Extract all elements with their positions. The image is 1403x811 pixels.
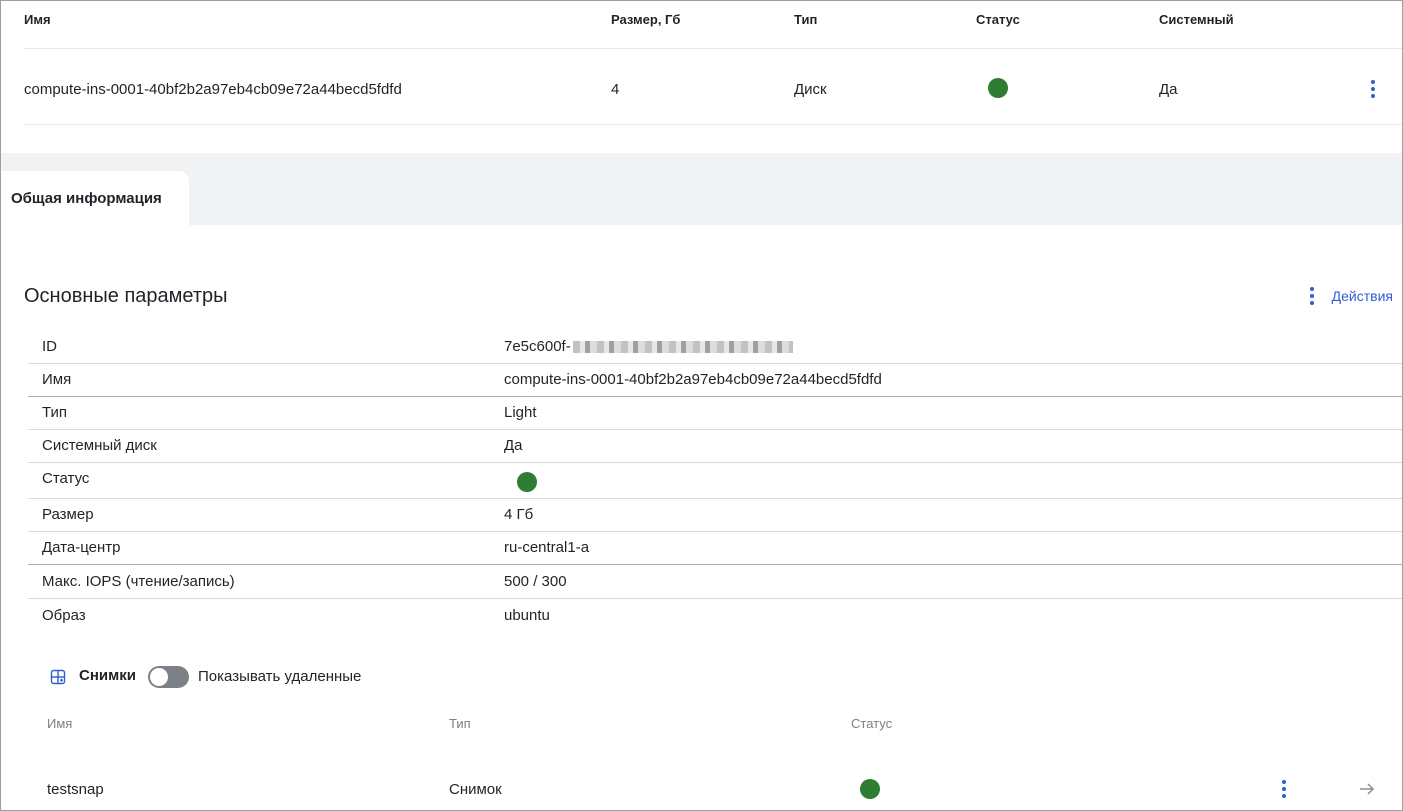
actions-button[interactable]: Действия <box>1304 285 1393 307</box>
column-header-type: Тип <box>794 12 818 27</box>
param-value: compute-ins-0001-40bf2b2a97eb4cb09e72a44… <box>504 371 882 388</box>
column-header-status: Статус <box>976 12 1020 27</box>
param-row-iops: Макс. IOPS (чтение/запись) 500 / 300 <box>28 566 1402 599</box>
status-active-indicator <box>988 78 1008 98</box>
tab-general-info-label[interactable]: Общая информация <box>11 190 162 207</box>
param-value: ubuntu <box>504 607 550 624</box>
snapshot-status-active-indicator <box>860 779 880 799</box>
param-key: Тип <box>42 404 68 421</box>
toggle-knob <box>150 668 168 686</box>
param-key: Дата-центр <box>42 539 121 556</box>
section-title: Основные параметры <box>24 285 228 307</box>
param-key: Образ <box>42 607 86 624</box>
param-value: Light <box>504 404 537 421</box>
header-divider <box>24 48 1402 49</box>
param-row-size: Размер 4 Гб <box>28 499 1402 532</box>
param-row-image: Образ ubuntu <box>28 600 1402 633</box>
param-key: Имя <box>42 371 72 388</box>
param-row-type: Тип Light <box>28 397 1402 430</box>
param-row-system-disk: Системный диск Да <box>28 430 1402 463</box>
status-active-indicator <box>517 472 537 492</box>
column-header-name: Имя <box>24 12 51 27</box>
param-key: Системный диск <box>42 437 157 454</box>
disk-details-page: Имя Размер, Гб Тип Статус Системный comp… <box>0 0 1403 811</box>
actions-kebab-icon[interactable] <box>1304 285 1320 307</box>
param-value: Да <box>504 437 523 454</box>
disk-type-cell: Диск <box>794 81 827 98</box>
snapshot-kebab-menu-icon[interactable] <box>1276 778 1292 800</box>
param-key: Статус <box>42 470 90 487</box>
actions-label[interactable]: Действия <box>1332 288 1393 304</box>
param-row-id: ID 7e5c600f- <box>28 331 1402 364</box>
column-header-system: Системный <box>1159 12 1234 27</box>
arrow-right-icon[interactable] <box>1358 780 1376 798</box>
disk-table: Имя Размер, Гб Тип Статус Системный comp… <box>1 1 1402 153</box>
show-deleted-toggle[interactable] <box>148 666 189 688</box>
param-value: 4 Гб <box>504 506 534 523</box>
param-row-name: Имя compute-ins-0001-40bf2b2a97eb4cb09e7… <box>28 364 1402 397</box>
disk-size-cell: 4 <box>611 81 620 98</box>
param-value: 500 / 300 <box>504 573 567 590</box>
param-key: Макс. IOPS (чтение/запись) <box>42 573 235 590</box>
show-deleted-label[interactable]: Показывать удаленные <box>198 668 361 685</box>
snapshots-title: Снимки <box>79 667 136 684</box>
param-row-datacenter: Дата-центр ru-central1-a <box>28 532 1402 565</box>
disk-name-cell[interactable]: compute-ins-0001-40bf2b2a97eb4cb09e72a44… <box>24 81 402 98</box>
redacted-id-blur <box>572 341 793 354</box>
row-divider <box>24 124 1402 125</box>
snapshots-header-status: Статус <box>851 716 893 731</box>
snapshots-header-type: Тип <box>449 716 471 731</box>
param-value-id: 7e5c600f- <box>504 338 793 355</box>
snapshot-name-cell[interactable]: testsnap <box>47 781 104 798</box>
column-header-size: Размер, Гб <box>611 12 681 27</box>
tabs-bar <box>1 153 1402 225</box>
disk-system-cell: Да <box>1159 81 1178 98</box>
snapshots-table-icon[interactable] <box>50 669 66 685</box>
snapshot-type-cell: Снимок <box>449 781 502 798</box>
param-value: ru-central1-a <box>504 539 590 556</box>
param-key: ID <box>42 338 57 355</box>
param-row-status: Статус <box>28 463 1402 499</box>
row-kebab-menu-icon[interactable] <box>1365 78 1381 100</box>
snapshots-header-name: Имя <box>47 716 73 731</box>
param-key: Размер <box>42 506 94 523</box>
